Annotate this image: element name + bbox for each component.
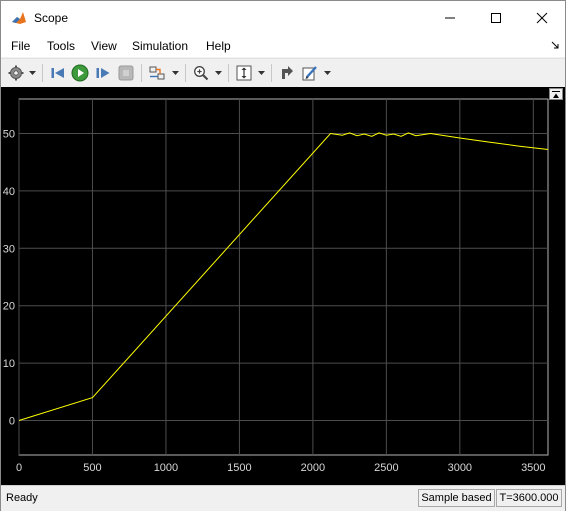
step-forward-icon	[96, 68, 110, 78]
toolbar-separator	[141, 64, 142, 82]
dock-arrow-icon[interactable]	[551, 41, 559, 49]
maximize-button[interactable]	[473, 1, 519, 35]
toolbar-separator	[228, 64, 229, 82]
signal-selector-dropdown-icon[interactable]	[172, 69, 179, 76]
edit-button[interactable]	[301, 64, 319, 82]
autoscale-dropdown-icon[interactable]	[258, 69, 265, 76]
status-bar: Ready Sample based T=3600.000	[1, 485, 565, 511]
x-tick-label: 0	[16, 462, 22, 474]
run-icon	[71, 64, 89, 82]
status-ready: Ready	[6, 492, 38, 504]
menu-help[interactable]: Help	[206, 39, 231, 53]
x-tick-label: 1000	[154, 462, 178, 474]
menu-bar: File Tools View Simulation Help	[1, 35, 565, 57]
maximize-icon	[491, 13, 501, 23]
highlight-block-button[interactable]	[278, 64, 296, 82]
scope-plot[interactable]: 0 500 1000 1500 2000 2500 3000 3500 0 10 20 30 40 50	[1, 87, 565, 485]
x-tick-label: 500	[83, 462, 101, 474]
axes-box	[18, 98, 549, 456]
close-icon	[536, 12, 548, 24]
menu-simulation[interactable]: Simulation	[132, 39, 188, 53]
y-tick-label: 10	[3, 358, 15, 370]
y-tick-label: 30	[3, 243, 15, 255]
x-tick-label: 3500	[521, 462, 545, 474]
zoom-dropdown-icon[interactable]	[215, 69, 222, 76]
stop-icon	[118, 65, 134, 81]
menu-view[interactable]: View	[91, 39, 117, 53]
x-tick-label: 1500	[227, 462, 251, 474]
title-bar: Scope	[1, 1, 565, 35]
parameters-dropdown-icon[interactable]	[29, 69, 36, 76]
close-button[interactable]	[519, 1, 565, 35]
toolbar-separator	[185, 64, 186, 82]
plot-area[interactable]: 0 500 1000 1500 2000 2500 3000 3500 0 10 20 30 40 50	[1, 87, 565, 485]
step-forward-button[interactable]	[94, 64, 112, 82]
x-tick-label: 2500	[374, 462, 398, 474]
minimize-icon	[445, 17, 455, 19]
y-tick-label: 50	[3, 128, 15, 140]
undock-legend-button[interactable]	[549, 88, 563, 100]
highlight-block-icon	[282, 66, 293, 79]
scope-window: Scope File Tools View Simulation Help 0 …	[0, 0, 566, 511]
sample-mode-indicator: Sample based	[418, 489, 495, 507]
minimize-button[interactable]	[427, 1, 473, 35]
step-back-button[interactable]	[49, 64, 67, 82]
autoscale-icon	[236, 65, 252, 81]
toolbar	[1, 58, 565, 87]
stop-button[interactable]	[117, 64, 135, 82]
window-title: Scope	[34, 11, 69, 25]
toolbar-separator	[271, 64, 272, 82]
toolbar-separator	[42, 64, 43, 82]
y-tick-label: 40	[3, 186, 15, 198]
time-indicator: T=3600.000	[496, 489, 562, 507]
y-tick-label: 20	[3, 301, 15, 313]
arrow-up-icon	[552, 91, 560, 98]
menu-tools[interactable]: Tools	[47, 39, 75, 53]
parameters-button[interactable]	[7, 64, 25, 82]
edit-icon	[302, 66, 317, 81]
run-button[interactable]	[71, 64, 89, 82]
menu-file[interactable]: File	[11, 39, 30, 53]
autoscale-button[interactable]	[235, 64, 253, 82]
zoom-icon	[194, 66, 209, 81]
step-back-icon	[51, 68, 64, 78]
x-tick-label: 2000	[301, 462, 325, 474]
edit-dropdown-icon[interactable]	[324, 69, 331, 76]
signal-selector-icon	[149, 66, 165, 80]
matlab-logo-icon	[11, 10, 27, 26]
signal-selector-button[interactable]	[148, 64, 166, 82]
gear-icon	[8, 65, 24, 81]
x-tick-label: 3000	[448, 462, 472, 474]
zoom-button[interactable]	[192, 64, 210, 82]
y-tick-label: 0	[9, 416, 15, 428]
